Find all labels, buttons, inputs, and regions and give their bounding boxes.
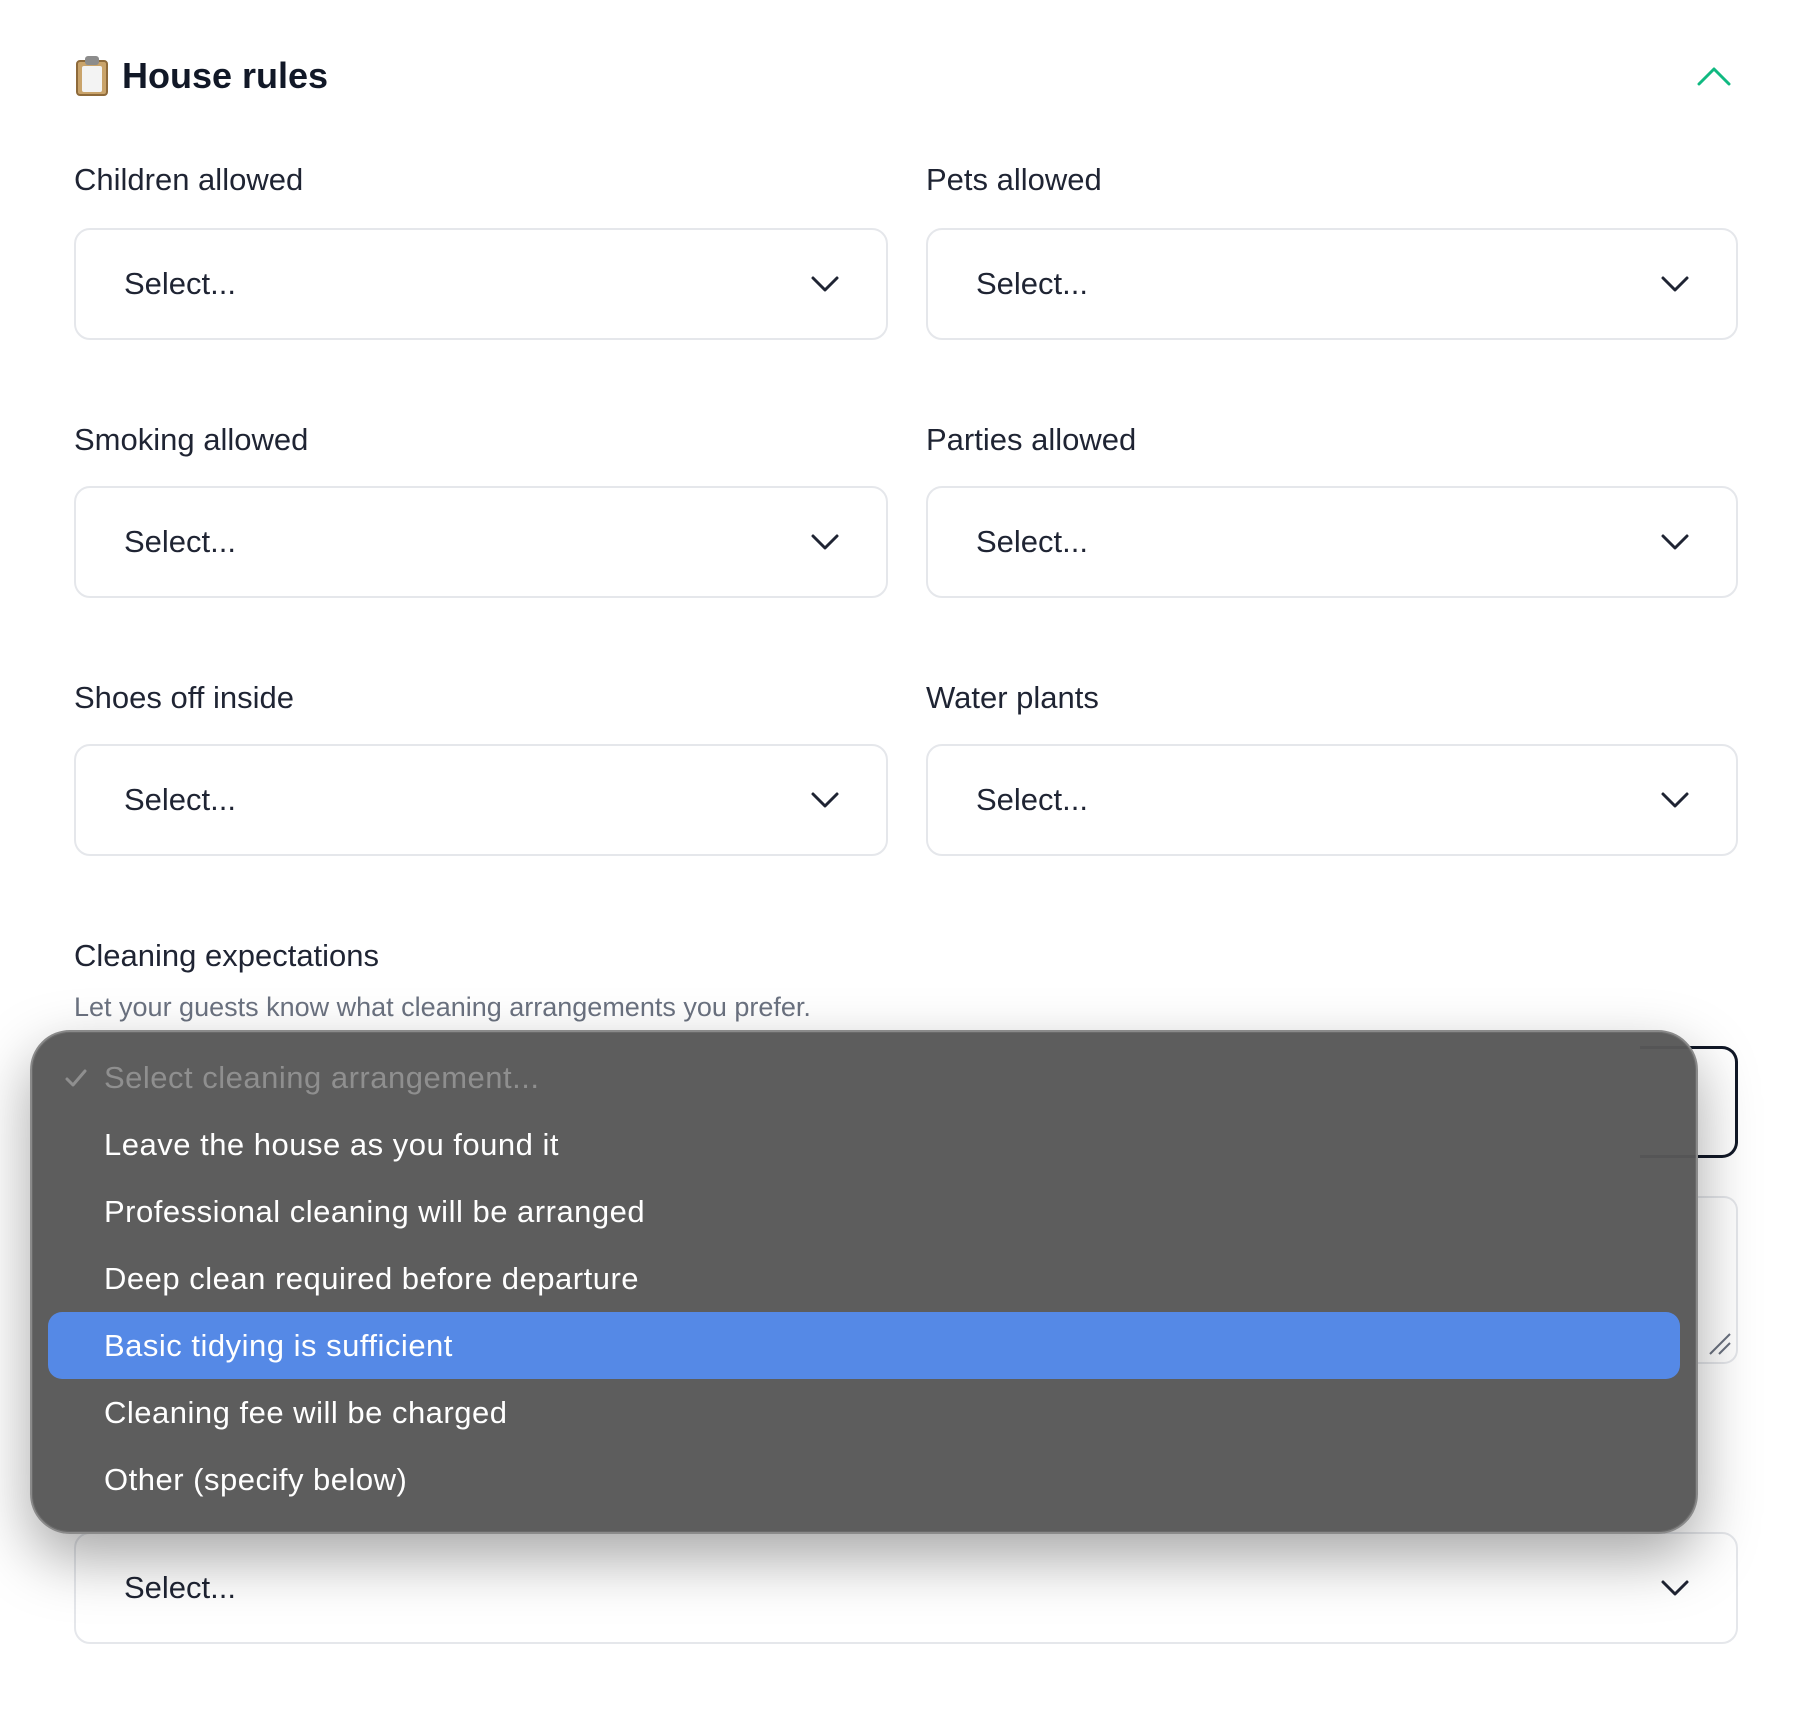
menu-option-cleaning-fee[interactable]: Cleaning fee will be charged <box>48 1379 1680 1446</box>
select-value: Select... <box>124 782 236 817</box>
pets-allowed-label: Pets allowed <box>926 162 1102 197</box>
menu-option-basic-tidying[interactable]: Basic tidying is sufficient <box>48 1312 1680 1379</box>
menu-option-leave-as-found[interactable]: Leave the house as you found it <box>48 1111 1680 1178</box>
parties-allowed-select[interactable]: Select... <box>926 486 1738 598</box>
menu-option-label: Deep clean required before departure <box>104 1260 640 1296</box>
section-header: House rules <box>74 48 1738 104</box>
cleaning-help-text: Let your guests know what cleaning arran… <box>74 992 811 1022</box>
section-title: House rules <box>122 55 329 96</box>
chevron-down-icon <box>1661 534 1689 550</box>
chevron-down-icon <box>1661 276 1689 292</box>
menu-option-deep-clean[interactable]: Deep clean required before departure <box>48 1245 1680 1312</box>
shoes-off-label: Shoes off inside <box>74 680 295 715</box>
chevron-down-icon <box>811 534 839 550</box>
smoking-allowed-label: Smoking allowed <box>74 422 309 457</box>
select-value: Select... <box>976 782 1088 817</box>
select-value: Select... <box>124 524 236 559</box>
smoking-allowed-select[interactable]: Select... <box>74 486 888 598</box>
house-rules-page: House rules Children allowed Select... P… <box>0 0 1800 1712</box>
parties-allowed-label: Parties allowed <box>926 422 1137 457</box>
menu-option-label: Leave the house as you found it <box>104 1126 559 1162</box>
select-value: Select... <box>976 266 1088 301</box>
cleaning-expectations-label: Cleaning expectations <box>74 938 380 973</box>
chevron-down-icon <box>1661 1580 1689 1596</box>
menu-option-other[interactable]: Other (specify below) <box>48 1446 1680 1513</box>
children-allowed-label: Children allowed <box>74 162 304 197</box>
children-allowed-select[interactable]: Select... <box>74 228 888 340</box>
menu-option-label: Professional cleaning will be arranged <box>104 1193 646 1229</box>
select-value: Select... <box>976 524 1088 559</box>
menu-option-label: Basic tidying is sufficient <box>104 1327 453 1363</box>
clipboard-icon <box>74 56 110 96</box>
select-value: Select... <box>124 266 236 301</box>
bottom-select[interactable]: Select... <box>74 1532 1738 1644</box>
menu-option-label: Select cleaning arrangement... <box>104 1059 540 1095</box>
collapse-button[interactable] <box>1690 52 1738 100</box>
shoes-off-select[interactable]: Select... <box>74 744 888 856</box>
chevron-up-icon <box>1697 67 1731 86</box>
chevron-down-icon <box>811 276 839 292</box>
select-value: Select... <box>124 1570 236 1605</box>
menu-option-label: Other (specify below) <box>104 1461 408 1497</box>
pets-allowed-select[interactable]: Select... <box>926 228 1738 340</box>
chevron-down-icon <box>1661 792 1689 808</box>
water-plants-select[interactable]: Select... <box>926 744 1738 856</box>
cleaning-dropdown-menu: Select cleaning arrangement... Leave the… <box>30 1030 1698 1534</box>
checkmark-icon <box>65 1069 87 1086</box>
resize-handle-icon[interactable] <box>1706 1330 1732 1356</box>
menu-option-label: Cleaning fee will be charged <box>104 1394 508 1430</box>
water-plants-label: Water plants <box>926 680 1099 715</box>
menu-option-placeholder[interactable]: Select cleaning arrangement... <box>48 1044 1680 1111</box>
chevron-down-icon <box>811 792 839 808</box>
menu-option-professional-cleaning[interactable]: Professional cleaning will be arranged <box>48 1178 1680 1245</box>
